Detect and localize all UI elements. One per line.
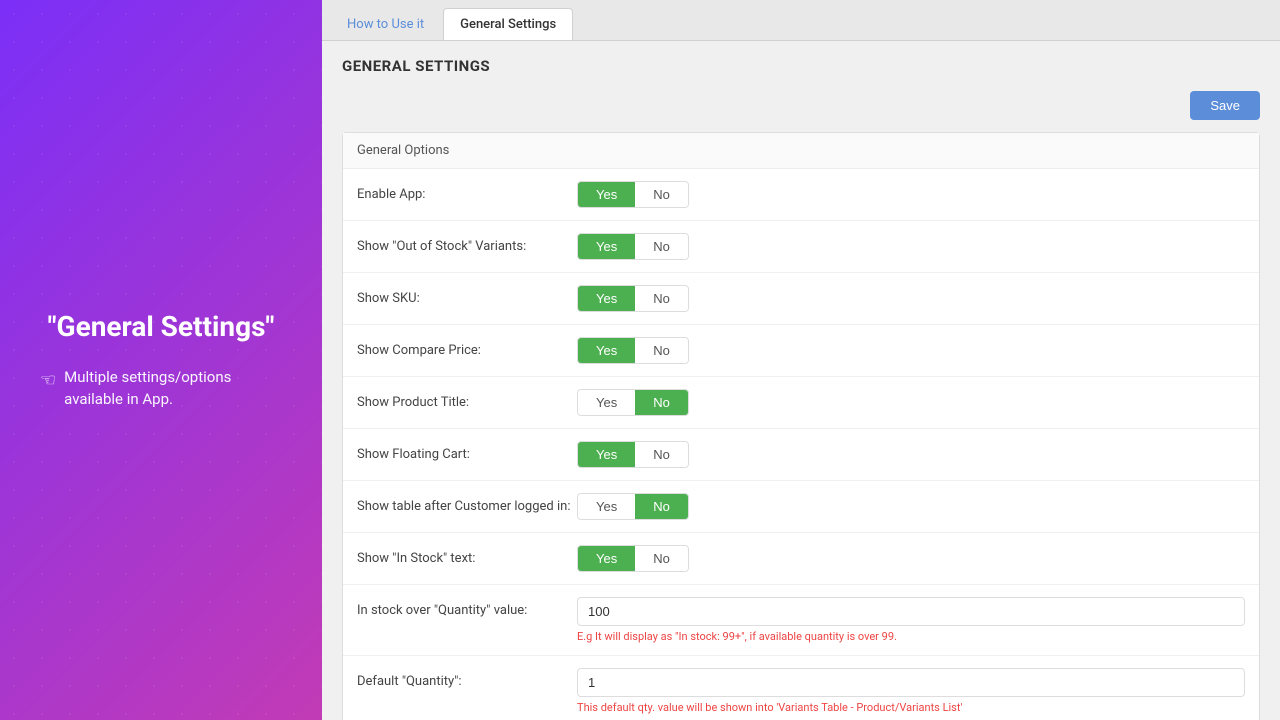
input-default-quantity[interactable] (577, 668, 1245, 697)
setting-control-out-of-stock: YesNo (577, 233, 1245, 260)
save-row: Save (342, 91, 1260, 120)
setting-label-out-of-stock: Show "Out of Stock" Variants: (357, 233, 577, 254)
toggle-group-show-floating-cart: YesNo (577, 441, 689, 468)
toggle-group-out-of-stock: YesNo (577, 233, 689, 260)
toggle-no-show-sku[interactable]: No (635, 286, 688, 311)
toggle-yes-show-floating-cart[interactable]: Yes (578, 442, 635, 467)
sidebar-desc-text: Multiple settings/options available in A… (64, 366, 282, 411)
setting-label-show-after-logged: Show table after Customer logged in: (357, 493, 577, 514)
options-header: General Options (343, 133, 1259, 169)
setting-row-show-floating-cart: Show Floating Cart:YesNo (343, 429, 1259, 481)
toggle-yes-out-of-stock[interactable]: Yes (578, 234, 635, 259)
page-title: GENERAL SETTINGS (342, 57, 1260, 75)
toggle-no-show-compare-price[interactable]: No (635, 338, 688, 363)
setting-label-show-compare-price: Show Compare Price: (357, 337, 577, 358)
setting-label-show-in-stock-text: Show "In Stock" text: (357, 545, 577, 566)
hint-default-quantity: This default qty. value will be shown in… (577, 701, 1245, 714)
toggle-yes-show-sku[interactable]: Yes (578, 286, 635, 311)
toggle-yes-show-after-logged[interactable]: Yes (578, 494, 635, 519)
setting-label-show-sku: Show SKU: (357, 285, 577, 306)
tabs-bar: How to Use it General Settings (322, 0, 1280, 41)
tab-how-to-use[interactable]: How to Use it (330, 8, 441, 40)
setting-row-in-stock-quantity: In stock over "Quantity" value:E.g It wi… (343, 585, 1259, 656)
toggle-yes-show-compare-price[interactable]: Yes (578, 338, 635, 363)
toggle-group-show-after-logged: YesNo (577, 493, 689, 520)
setting-row-show-product-title: Show Product Title:YesNo (343, 377, 1259, 429)
setting-row-default-quantity: Default "Quantity":This default qty. val… (343, 656, 1259, 720)
setting-row-out-of-stock: Show "Out of Stock" Variants:YesNo (343, 221, 1259, 273)
main-content: How to Use it General Settings GENERAL S… (322, 0, 1280, 720)
toggle-no-show-after-logged[interactable]: No (635, 494, 688, 519)
toggle-group-enable-app: YesNo (577, 181, 689, 208)
setting-control-default-quantity: This default qty. value will be shown in… (577, 668, 1245, 714)
setting-control-show-sku: YesNo (577, 285, 1245, 312)
setting-control-show-floating-cart: YesNo (577, 441, 1245, 468)
hint-in-stock-quantity: E.g It will display as "In stock: 99+", … (577, 630, 1245, 643)
setting-label-show-floating-cart: Show Floating Cart: (357, 441, 577, 462)
toggle-no-show-in-stock-text[interactable]: No (635, 546, 688, 571)
tab-general-settings[interactable]: General Settings (443, 8, 573, 40)
setting-row-show-compare-price: Show Compare Price:YesNo (343, 325, 1259, 377)
setting-row-show-in-stock-text: Show "In Stock" text:YesNo (343, 533, 1259, 585)
settings-container: Enable App:YesNoShow "Out of Stock" Vari… (343, 169, 1259, 720)
toggle-yes-show-product-title[interactable]: Yes (578, 390, 635, 415)
setting-label-show-product-title: Show Product Title: (357, 389, 577, 410)
toggle-no-show-product-title[interactable]: No (635, 390, 688, 415)
setting-label-enable-app: Enable App: (357, 181, 577, 202)
input-in-stock-quantity[interactable] (577, 597, 1245, 626)
toggle-no-enable-app[interactable]: No (635, 182, 688, 207)
setting-control-enable-app: YesNo (577, 181, 1245, 208)
save-button[interactable]: Save (1190, 91, 1260, 120)
setting-control-show-in-stock-text: YesNo (577, 545, 1245, 572)
setting-row-show-after-logged: Show table after Customer logged in:YesN… (343, 481, 1259, 533)
content-area: GENERAL SETTINGS Save General Options En… (322, 41, 1280, 720)
sidebar-description: ☜ Multiple settings/options available in… (40, 366, 282, 411)
toggle-yes-show-in-stock-text[interactable]: Yes (578, 546, 635, 571)
toggle-group-show-compare-price: YesNo (577, 337, 689, 364)
setting-control-in-stock-quantity: E.g It will display as "In stock: 99+", … (577, 597, 1245, 643)
setting-row-show-sku: Show SKU:YesNo (343, 273, 1259, 325)
toggle-group-show-in-stock-text: YesNo (577, 545, 689, 572)
toggle-yes-enable-app[interactable]: Yes (578, 182, 635, 207)
setting-label-default-quantity: Default "Quantity": (357, 668, 577, 689)
setting-control-show-compare-price: YesNo (577, 337, 1245, 364)
setting-row-enable-app: Enable App:YesNo (343, 169, 1259, 221)
hand-icon: ☜ (40, 367, 56, 394)
toggle-no-show-floating-cart[interactable]: No (635, 442, 688, 467)
toggle-group-show-sku: YesNo (577, 285, 689, 312)
sidebar-content: "General Settings" ☜ Multiple settings/o… (40, 309, 282, 410)
options-box: General Options Enable App:YesNoShow "Ou… (342, 132, 1260, 720)
toggle-group-show-product-title: YesNo (577, 389, 689, 416)
sidebar-title: "General Settings" (40, 309, 282, 345)
setting-label-in-stock-quantity: In stock over "Quantity" value: (357, 597, 577, 618)
sidebar: "General Settings" ☜ Multiple settings/o… (0, 0, 322, 720)
setting-control-show-after-logged: YesNo (577, 493, 1245, 520)
setting-control-show-product-title: YesNo (577, 389, 1245, 416)
toggle-no-out-of-stock[interactable]: No (635, 234, 688, 259)
